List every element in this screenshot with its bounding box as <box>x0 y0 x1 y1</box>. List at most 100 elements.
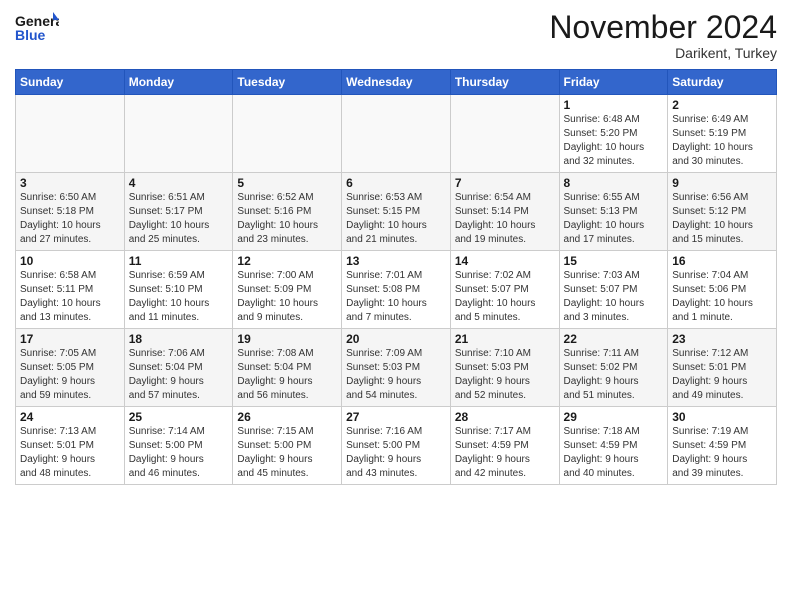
calendar-week-2: 3Sunrise: 6:50 AMSunset: 5:18 PMDaylight… <box>16 173 777 251</box>
day-info: Sunrise: 7:10 AMSunset: 5:03 PMDaylight:… <box>455 347 555 403</box>
day-info: Sunrise: 7:00 AMSunset: 5:09 PMDaylight:… <box>237 269 337 325</box>
day-info: Sunrise: 7:06 AMSunset: 5:04 PMDaylight:… <box>129 347 229 403</box>
day-info: Sunrise: 7:17 AMSunset: 4:59 PMDaylight:… <box>455 425 555 481</box>
day-info: Sunrise: 7:14 AMSunset: 5:00 PMDaylight:… <box>129 425 229 481</box>
day-number: 21 <box>455 332 555 346</box>
day-info: Sunrise: 7:11 AMSunset: 5:02 PMDaylight:… <box>564 347 664 403</box>
day-number: 23 <box>672 332 772 346</box>
day-info: Sunrise: 7:18 AMSunset: 4:59 PMDaylight:… <box>564 425 664 481</box>
day-number: 12 <box>237 254 337 268</box>
day-number: 7 <box>455 176 555 190</box>
calendar-cell: 22Sunrise: 7:11 AMSunset: 5:02 PMDayligh… <box>559 329 668 407</box>
day-number: 24 <box>20 410 120 424</box>
weekday-header-saturday: Saturday <box>668 70 777 95</box>
calendar-week-3: 10Sunrise: 6:58 AMSunset: 5:11 PMDayligh… <box>16 251 777 329</box>
calendar-cell: 15Sunrise: 7:03 AMSunset: 5:07 PMDayligh… <box>559 251 668 329</box>
calendar-week-1: 1Sunrise: 6:48 AMSunset: 5:20 PMDaylight… <box>16 95 777 173</box>
calendar-cell: 5Sunrise: 6:52 AMSunset: 5:16 PMDaylight… <box>233 173 342 251</box>
day-number: 1 <box>564 98 664 112</box>
calendar-cell: 12Sunrise: 7:00 AMSunset: 5:09 PMDayligh… <box>233 251 342 329</box>
calendar-cell: 30Sunrise: 7:19 AMSunset: 4:59 PMDayligh… <box>668 407 777 485</box>
calendar-cell: 29Sunrise: 7:18 AMSunset: 4:59 PMDayligh… <box>559 407 668 485</box>
calendar-cell <box>450 95 559 173</box>
page: General Blue November 2024 Darikent, Tur… <box>0 0 792 612</box>
day-number: 10 <box>20 254 120 268</box>
day-info: Sunrise: 7:09 AMSunset: 5:03 PMDaylight:… <box>346 347 446 403</box>
month-title: November 2024 <box>549 10 777 45</box>
day-info: Sunrise: 6:53 AMSunset: 5:15 PMDaylight:… <box>346 191 446 247</box>
day-number: 18 <box>129 332 229 346</box>
day-number: 29 <box>564 410 664 424</box>
day-info: Sunrise: 6:52 AMSunset: 5:16 PMDaylight:… <box>237 191 337 247</box>
weekday-header-sunday: Sunday <box>16 70 125 95</box>
day-number: 20 <box>346 332 446 346</box>
calendar-cell: 26Sunrise: 7:15 AMSunset: 5:00 PMDayligh… <box>233 407 342 485</box>
calendar-cell: 23Sunrise: 7:12 AMSunset: 5:01 PMDayligh… <box>668 329 777 407</box>
day-info: Sunrise: 6:59 AMSunset: 5:10 PMDaylight:… <box>129 269 229 325</box>
day-info: Sunrise: 7:15 AMSunset: 5:00 PMDaylight:… <box>237 425 337 481</box>
title-area: November 2024 Darikent, Turkey <box>549 10 777 61</box>
day-info: Sunrise: 6:48 AMSunset: 5:20 PMDaylight:… <box>564 113 664 169</box>
day-info: Sunrise: 6:58 AMSunset: 5:11 PMDaylight:… <box>20 269 120 325</box>
day-number: 17 <box>20 332 120 346</box>
day-info: Sunrise: 7:04 AMSunset: 5:06 PMDaylight:… <box>672 269 772 325</box>
calendar-cell: 3Sunrise: 6:50 AMSunset: 5:18 PMDaylight… <box>16 173 125 251</box>
calendar-cell: 16Sunrise: 7:04 AMSunset: 5:06 PMDayligh… <box>668 251 777 329</box>
weekday-header-row: SundayMondayTuesdayWednesdayThursdayFrid… <box>16 70 777 95</box>
day-number: 2 <box>672 98 772 112</box>
weekday-header-wednesday: Wednesday <box>342 70 451 95</box>
calendar-cell <box>342 95 451 173</box>
weekday-header-tuesday: Tuesday <box>233 70 342 95</box>
calendar-cell: 28Sunrise: 7:17 AMSunset: 4:59 PMDayligh… <box>450 407 559 485</box>
day-number: 27 <box>346 410 446 424</box>
calendar-cell <box>16 95 125 173</box>
day-number: 3 <box>20 176 120 190</box>
location: Darikent, Turkey <box>549 45 777 61</box>
calendar-cell: 27Sunrise: 7:16 AMSunset: 5:00 PMDayligh… <box>342 407 451 485</box>
weekday-header-thursday: Thursday <box>450 70 559 95</box>
day-info: Sunrise: 7:01 AMSunset: 5:08 PMDaylight:… <box>346 269 446 325</box>
day-number: 4 <box>129 176 229 190</box>
day-number: 14 <box>455 254 555 268</box>
calendar-cell: 9Sunrise: 6:56 AMSunset: 5:12 PMDaylight… <box>668 173 777 251</box>
day-number: 28 <box>455 410 555 424</box>
calendar-table: SundayMondayTuesdayWednesdayThursdayFrid… <box>15 69 777 485</box>
day-number: 22 <box>564 332 664 346</box>
logo: General Blue <box>15 10 59 46</box>
day-info: Sunrise: 7:13 AMSunset: 5:01 PMDaylight:… <box>20 425 120 481</box>
calendar-cell: 10Sunrise: 6:58 AMSunset: 5:11 PMDayligh… <box>16 251 125 329</box>
day-info: Sunrise: 7:05 AMSunset: 5:05 PMDaylight:… <box>20 347 120 403</box>
day-number: 6 <box>346 176 446 190</box>
day-info: Sunrise: 6:54 AMSunset: 5:14 PMDaylight:… <box>455 191 555 247</box>
day-info: Sunrise: 7:02 AMSunset: 5:07 PMDaylight:… <box>455 269 555 325</box>
calendar-cell: 4Sunrise: 6:51 AMSunset: 5:17 PMDaylight… <box>124 173 233 251</box>
calendar-cell: 13Sunrise: 7:01 AMSunset: 5:08 PMDayligh… <box>342 251 451 329</box>
calendar-cell <box>233 95 342 173</box>
calendar-week-5: 24Sunrise: 7:13 AMSunset: 5:01 PMDayligh… <box>16 407 777 485</box>
day-info: Sunrise: 7:12 AMSunset: 5:01 PMDaylight:… <box>672 347 772 403</box>
day-info: Sunrise: 7:03 AMSunset: 5:07 PMDaylight:… <box>564 269 664 325</box>
weekday-header-monday: Monday <box>124 70 233 95</box>
day-number: 15 <box>564 254 664 268</box>
day-number: 26 <box>237 410 337 424</box>
calendar-cell: 25Sunrise: 7:14 AMSunset: 5:00 PMDayligh… <box>124 407 233 485</box>
calendar-cell <box>124 95 233 173</box>
day-info: Sunrise: 6:50 AMSunset: 5:18 PMDaylight:… <box>20 191 120 247</box>
day-number: 5 <box>237 176 337 190</box>
header: General Blue November 2024 Darikent, Tur… <box>15 10 777 61</box>
day-number: 11 <box>129 254 229 268</box>
day-number: 25 <box>129 410 229 424</box>
svg-text:Blue: Blue <box>15 27 46 43</box>
calendar-cell: 1Sunrise: 6:48 AMSunset: 5:20 PMDaylight… <box>559 95 668 173</box>
calendar-cell: 20Sunrise: 7:09 AMSunset: 5:03 PMDayligh… <box>342 329 451 407</box>
calendar-cell: 11Sunrise: 6:59 AMSunset: 5:10 PMDayligh… <box>124 251 233 329</box>
calendar-week-4: 17Sunrise: 7:05 AMSunset: 5:05 PMDayligh… <box>16 329 777 407</box>
calendar-cell: 19Sunrise: 7:08 AMSunset: 5:04 PMDayligh… <box>233 329 342 407</box>
calendar-cell: 17Sunrise: 7:05 AMSunset: 5:05 PMDayligh… <box>16 329 125 407</box>
calendar-cell: 2Sunrise: 6:49 AMSunset: 5:19 PMDaylight… <box>668 95 777 173</box>
calendar-cell: 21Sunrise: 7:10 AMSunset: 5:03 PMDayligh… <box>450 329 559 407</box>
calendar-cell: 6Sunrise: 6:53 AMSunset: 5:15 PMDaylight… <box>342 173 451 251</box>
calendar-cell: 18Sunrise: 7:06 AMSunset: 5:04 PMDayligh… <box>124 329 233 407</box>
day-info: Sunrise: 6:51 AMSunset: 5:17 PMDaylight:… <box>129 191 229 247</box>
calendar-cell: 14Sunrise: 7:02 AMSunset: 5:07 PMDayligh… <box>450 251 559 329</box>
